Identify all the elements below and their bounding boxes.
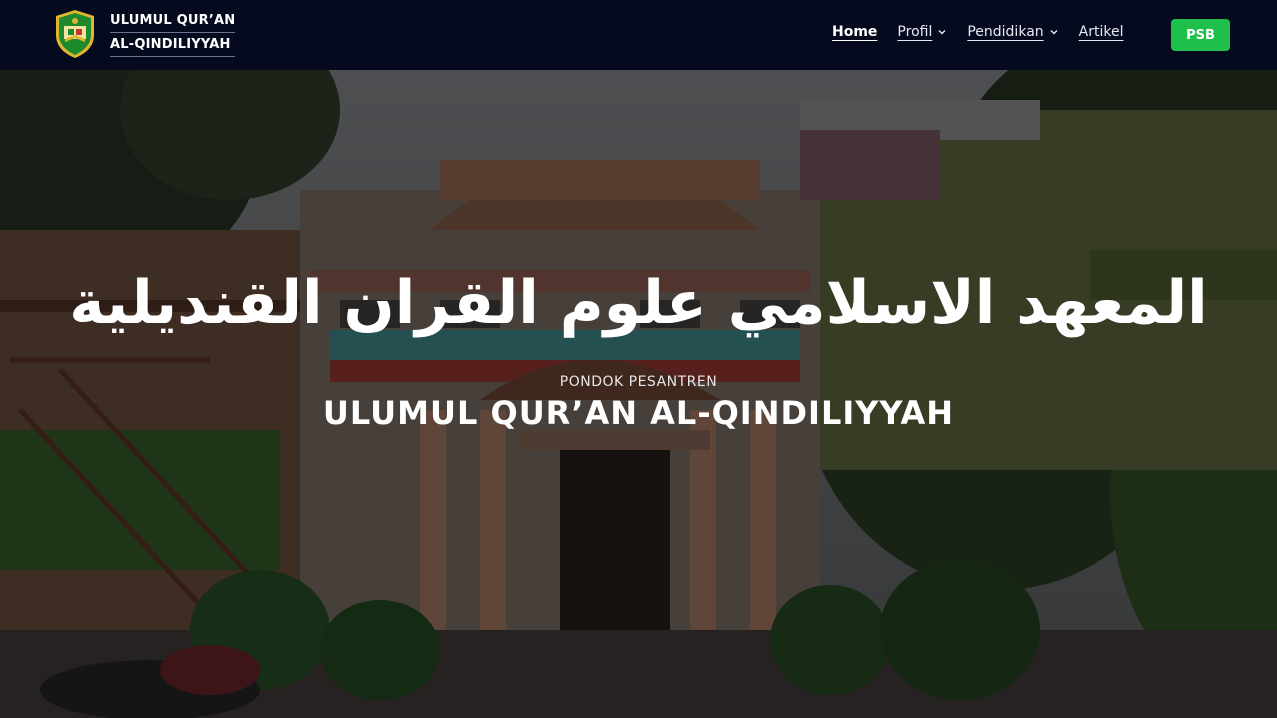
school-shield-logo [56, 10, 94, 58]
navbar: ULUMUL QUR’AN AL-QINDILIYYAH Home Profil… [0, 0, 1277, 70]
nav-artikel-label: Artikel [1078, 24, 1124, 40]
brand-name-line1: ULUMUL QUR’AN [110, 12, 236, 33]
psb-button[interactable]: PSB [1171, 19, 1230, 51]
brand-name-line2: AL-QINDILIYYAH [110, 36, 236, 57]
psb-button-label: PSB [1186, 27, 1215, 43]
nav-home-label: Home [832, 24, 878, 40]
hero-subtitle: PONDOK PESANTREN [559, 374, 718, 390]
nav-pendidikan-label: Pendidikan [967, 24, 1044, 40]
arabic-title: المعهد الاسلامي علوم القران القنديلية [69, 268, 1208, 338]
nav-pendidikan[interactable]: Pendidikan [967, 24, 1058, 40]
chevron-down-icon [938, 30, 946, 35]
hero-section: المعهد الاسلامي علوم القران القنديلية PO… [0, 70, 1277, 718]
nav-artikel[interactable]: Artikel [1079, 24, 1124, 40]
brand[interactable]: ULUMUL QUR’AN AL-QINDILIYYAH [54, 9, 236, 59]
main-menu: Home Profil Pendidikan Artikel [832, 24, 1143, 40]
hero-headline: ULUMUL QUR’AN AL-QINDILIYYAH [322, 394, 955, 432]
chevron-down-icon [1050, 30, 1058, 35]
nav-profil-label: Profil [897, 24, 933, 40]
nav-home[interactable]: Home [832, 24, 877, 40]
nav-profil[interactable]: Profil [897, 24, 947, 40]
